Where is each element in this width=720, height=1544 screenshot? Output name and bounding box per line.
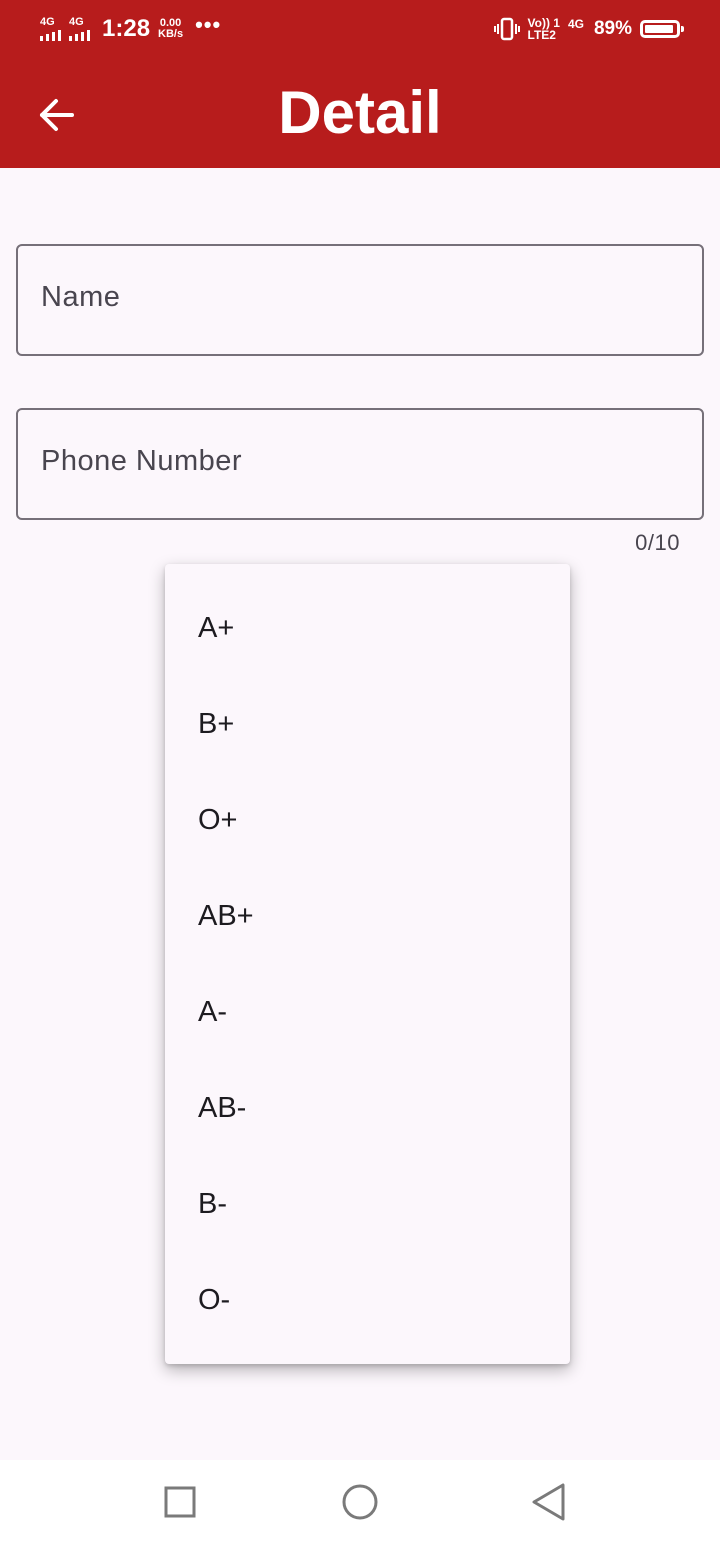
blood-group-dropdown-menu: A+ B+ O+ AB+ A- AB- B- O- — [165, 564, 570, 1364]
status-bar-right: Vo)) 1 LTE2 4G 89% — [493, 12, 684, 46]
phone-number-field[interactable]: Phone Number — [16, 408, 704, 520]
name-field[interactable]: Name — [16, 244, 704, 356]
system-navigation-bar — [0, 1460, 720, 1544]
recent-apps-icon — [164, 1486, 196, 1518]
clock: 1:28 — [102, 15, 151, 42]
network-type-label: 4G — [40, 16, 55, 28]
dropdown-option[interactable]: B- — [165, 1156, 570, 1252]
dropdown-option[interactable]: B+ — [165, 676, 570, 772]
dropdown-option[interactable]: AB- — [165, 1060, 570, 1156]
app-bar: Detail — [0, 58, 720, 168]
dropdown-option[interactable]: AB+ — [165, 868, 570, 964]
more-notifications-icon: ••• — [195, 12, 222, 37]
system-back-button[interactable] — [526, 1480, 570, 1524]
phone-number-field-label: Phone Number — [41, 445, 243, 477]
network-speed-unit: KB/s — [158, 28, 184, 40]
home-button[interactable] — [338, 1480, 382, 1524]
page-title: Detail — [278, 79, 442, 146]
phone-character-counter: 0/10 — [635, 530, 680, 555]
battery-icon — [640, 20, 684, 38]
network-speed: 0.00 KB/s — [158, 18, 183, 40]
name-field-label: Name — [41, 281, 121, 313]
signal-bars-icon — [40, 30, 61, 41]
dropdown-option[interactable]: O- — [165, 1252, 570, 1348]
volte-bottom-label: LTE2 — [527, 28, 556, 42]
dropdown-option[interactable]: A+ — [165, 580, 570, 676]
battery-percent: 89% — [593, 18, 632, 39]
vibrate-icon — [493, 17, 520, 41]
status-bar-left: 4G 4G 1:28 0.00 KB/s ••• — [40, 12, 221, 46]
dropdown-option[interactable]: O+ — [165, 772, 570, 868]
signal-sim2: 4G — [69, 17, 90, 41]
signal-sim1: 4G — [40, 17, 61, 41]
recent-apps-button[interactable] — [158, 1480, 202, 1524]
volte-indicator: Vo)) 1 LTE2 — [528, 17, 560, 41]
home-icon — [342, 1484, 378, 1520]
network-type-label: 4G — [69, 16, 84, 28]
back-icon — [532, 1483, 565, 1521]
status-bar: 4G 4G 1:28 0.00 KB/s ••• Vo)) 1 LTE2 4G … — [0, 0, 720, 58]
dropdown-option[interactable]: A- — [165, 964, 570, 1060]
battery-level — [645, 25, 674, 33]
network-type-label: 4G — [567, 17, 584, 31]
signal-bars-icon — [69, 30, 90, 41]
